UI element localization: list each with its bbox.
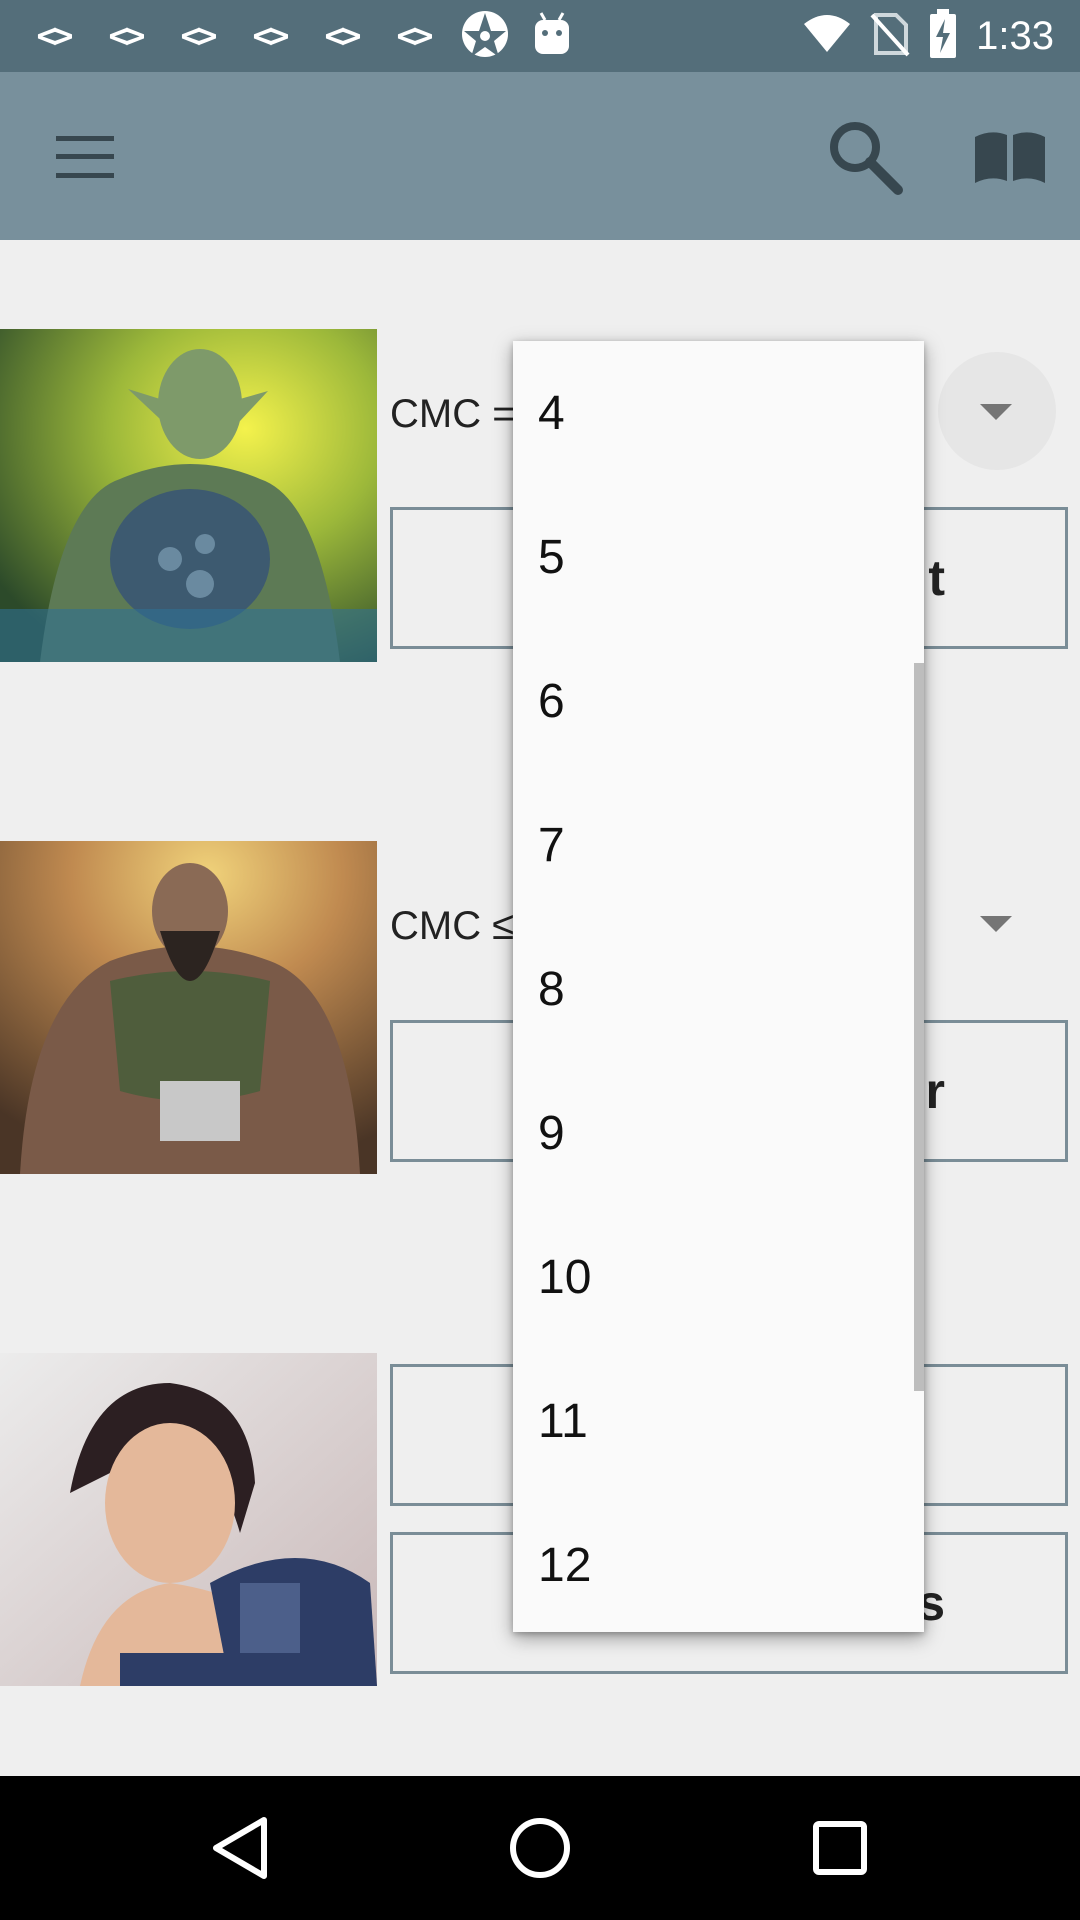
search-icon: [830, 122, 903, 195]
search-button[interactable]: [820, 112, 910, 202]
dropdown-option[interactable]: 10: [513, 1205, 924, 1349]
chevron-down-icon[interactable]: [980, 404, 1012, 420]
back-button[interactable]: [190, 1806, 290, 1890]
notification-icons: <> <> <> <> <> <>: [28, 10, 572, 62]
recents-icon: [813, 1821, 867, 1875]
clock: 1:33: [976, 13, 1054, 58]
recents-button[interactable]: [790, 1806, 890, 1890]
app-icon: [460, 9, 510, 64]
cmc-equals-label: CMC =: [390, 392, 516, 436]
code-notification-icon: <>: [108, 16, 146, 56]
menu-button[interactable]: [40, 122, 130, 192]
dropdown-option[interactable]: 6: [513, 629, 924, 773]
code-notification-icon: <>: [396, 16, 434, 56]
chevron-down-icon[interactable]: [980, 916, 1012, 932]
dropdown-option[interactable]: 7: [513, 773, 924, 917]
wifi-icon: [802, 14, 852, 59]
code-notification-icon: <>: [252, 16, 290, 56]
cmc-value-dropdown[interactable]: 4 5 6 7 8 9 10 11 12: [513, 341, 924, 1632]
back-icon: [213, 1817, 267, 1879]
menu-icon: [56, 136, 114, 178]
system-status-icons: 1:33: [802, 8, 1054, 64]
card-art-image[interactable]: [0, 329, 377, 662]
battery-charging-icon: [928, 8, 958, 64]
home-icon: [510, 1818, 570, 1878]
dropdown-option[interactable]: 11: [513, 1349, 924, 1493]
dropdown-option[interactable]: 8: [513, 917, 924, 1061]
dropdown-option[interactable]: 5: [513, 485, 924, 629]
code-notification-icon: <>: [36, 16, 74, 56]
dropdown-option[interactable]: 9: [513, 1061, 924, 1205]
dropdown-option[interactable]: 4: [513, 341, 924, 485]
android-icon: [532, 11, 572, 62]
card-art-image[interactable]: [0, 1353, 377, 1686]
code-notification-icon: <>: [180, 16, 218, 56]
dropdown-option[interactable]: 12: [513, 1493, 924, 1632]
book-icon: [975, 132, 1045, 183]
dropdown-scrollbar[interactable]: [914, 663, 924, 1391]
code-notification-icon: <>: [324, 16, 362, 56]
book-button[interactable]: [960, 112, 1060, 202]
home-button[interactable]: [490, 1806, 590, 1890]
status-bar: <> <> <> <> <> <> 1:33: [0, 0, 1080, 72]
no-sim-icon: [870, 11, 910, 62]
cmc-lte-label: CMC ≤: [390, 904, 515, 948]
navigation-bar: [0, 1776, 1080, 1920]
card-art-image[interactable]: [0, 841, 377, 1174]
app-toolbar: [0, 72, 1080, 240]
